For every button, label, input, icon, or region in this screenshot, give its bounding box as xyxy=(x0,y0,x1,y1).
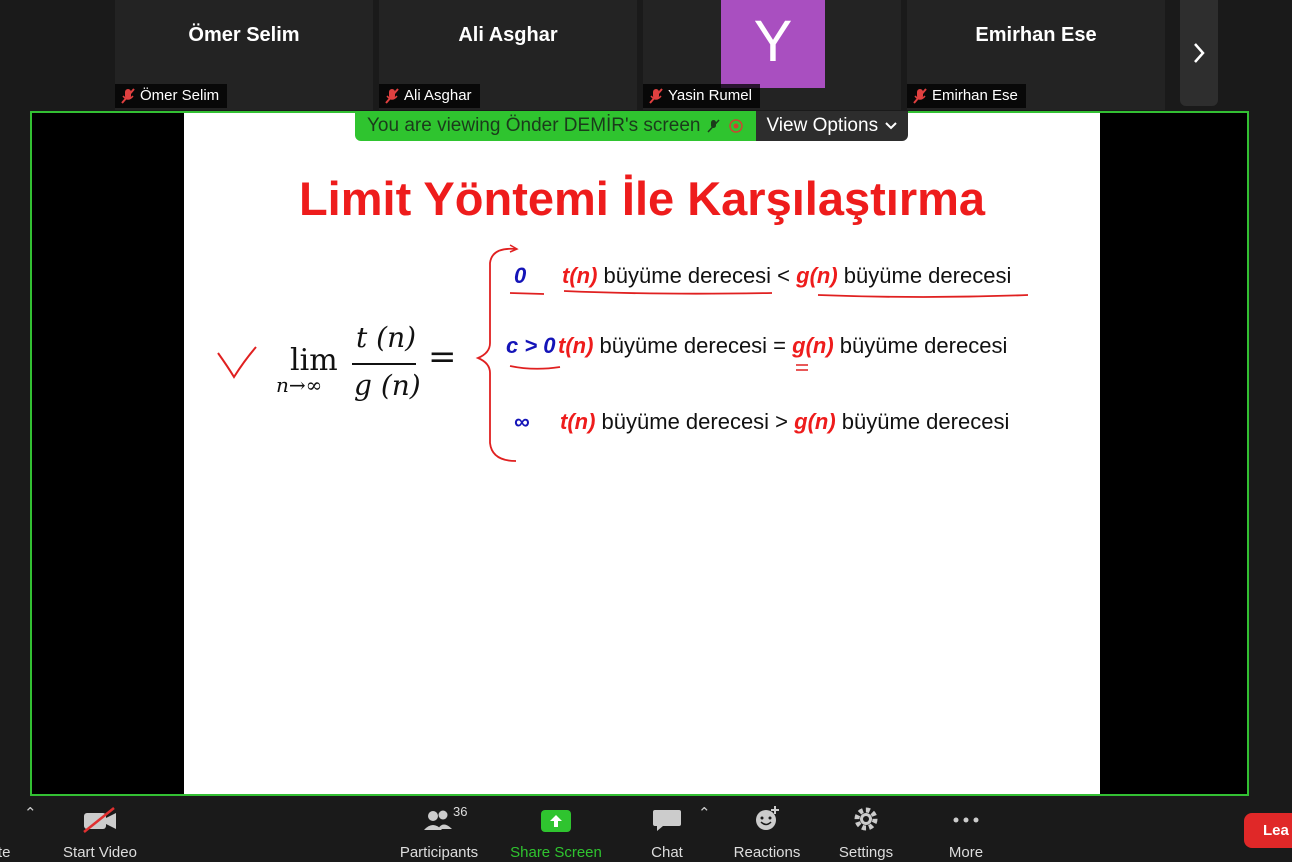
more-label: More xyxy=(948,844,984,861)
fraction-line xyxy=(352,363,416,365)
reactions-icon xyxy=(756,806,779,830)
participant-label-text: Yasin Rumel xyxy=(668,87,752,104)
participant-label: Ali Asghar xyxy=(379,84,480,108)
shared-screen: Limit Yöntemi İle Karşılaştırma lim n→∞ … xyxy=(30,111,1249,796)
row-lead: ∞ xyxy=(514,409,530,434)
settings-button[interactable]: Settings xyxy=(816,802,916,861)
row-text: büyüme derecesi xyxy=(835,409,1010,434)
start-video-button[interactable]: Start Video xyxy=(50,802,150,861)
meeting-toolbar: ute ⌃ Start Video 36 Participants Share … xyxy=(0,798,1292,862)
participant-label-text: Ömer Selim xyxy=(140,87,220,104)
reactions-label: Reactions xyxy=(733,844,801,861)
gear-icon xyxy=(854,807,878,831)
mic-off-icon xyxy=(385,88,399,104)
participant-name: Emirhan Ese xyxy=(975,24,1097,46)
start-video-label: Start Video xyxy=(63,844,137,861)
more-icon xyxy=(953,817,979,823)
underline-annotations xyxy=(509,290,1029,371)
mute-options-caret[interactable]: ⌃ xyxy=(24,804,37,822)
view-options-button[interactable]: View Options xyxy=(756,111,909,141)
view-options-label: View Options xyxy=(766,115,879,136)
chevron-down-icon xyxy=(885,122,897,130)
leave-button[interactable]: Lea xyxy=(1244,813,1292,848)
settings-label: Settings xyxy=(838,844,894,861)
slide: Limit Yöntemi İle Karşılaştırma lim n→∞ … xyxy=(184,113,1100,794)
checkmark-annotation xyxy=(217,346,257,379)
viewing-text: You are viewing Önder DEMİR's screen xyxy=(367,115,701,136)
slide-title: Limit Yöntemi İle Karşılaştırma xyxy=(298,172,986,225)
row-fn-t: t(n) xyxy=(560,409,596,434)
mic-off-icon xyxy=(121,88,135,104)
participant-label-text: Ali Asghar xyxy=(404,87,472,104)
formula-equals: = xyxy=(428,337,457,377)
participant-tile[interactable]: Y Yasin Rumel xyxy=(643,0,901,110)
limit-formula: lim n→∞ t (n) g (n) = xyxy=(276,313,457,413)
viewing-banner: You are viewing Önder DEMİR's screen Vie… xyxy=(355,111,909,141)
row-fn-g: g(n) xyxy=(794,409,836,434)
chevron-right-icon xyxy=(1194,43,1205,63)
participants-label: Participants xyxy=(399,844,479,861)
mute-label: ute xyxy=(0,844,11,861)
row-text: büyüme derecesi > xyxy=(595,409,795,434)
reactions-button[interactable]: Reactions xyxy=(717,802,817,861)
comparison-row: ∞ t(n) büyüme derecesi > g(n) büyüme dere… xyxy=(514,409,1009,435)
participant-name: Ömer Selim xyxy=(188,24,300,46)
participant-tile[interactable]: Emirhan Ese Emirhan Ese xyxy=(907,0,1165,110)
participant-tile[interactable]: Ali Asghar Ali Asghar xyxy=(379,0,637,110)
share-screen-button[interactable]: Share Screen xyxy=(506,802,606,861)
share-screen-label: Share Screen xyxy=(510,844,602,861)
viewing-status: You are viewing Önder DEMİR's screen xyxy=(355,111,757,141)
participant-name: Ali Asghar xyxy=(458,24,558,46)
video-off-icon xyxy=(83,807,116,833)
share-screen-icon xyxy=(541,810,571,832)
participants-button[interactable]: 36 Participants xyxy=(389,802,489,861)
formula-subscript: n→∞ xyxy=(276,373,323,397)
participant-label: Ömer Selim xyxy=(115,84,228,108)
participants-count: 36 xyxy=(453,804,468,819)
more-button[interactable]: More xyxy=(916,802,1016,861)
avatar: Y xyxy=(721,0,825,88)
mic-off-icon xyxy=(707,119,721,133)
participants-icon xyxy=(424,810,452,830)
mic-off-icon xyxy=(649,88,663,104)
mic-off-icon xyxy=(913,88,927,104)
formula-numerator: t (n) xyxy=(356,321,417,354)
participant-label-text: Emirhan Ese xyxy=(932,87,1018,104)
participant-label: Yasin Rumel xyxy=(643,84,760,108)
participant-tile[interactable]: Ömer Selim Ömer Selim xyxy=(115,0,373,110)
chat-options-caret[interactable]: ⌃ xyxy=(698,804,711,822)
participant-strip: Ömer Selim Ömer Selim Ali Asghar Ali Asg… xyxy=(0,0,1292,110)
participant-label: Emirhan Ese xyxy=(907,84,1026,108)
chat-label: Chat xyxy=(651,844,683,861)
formula-denominator: g (n) xyxy=(354,369,421,402)
next-page-button[interactable] xyxy=(1180,0,1218,106)
record-icon xyxy=(729,119,744,133)
